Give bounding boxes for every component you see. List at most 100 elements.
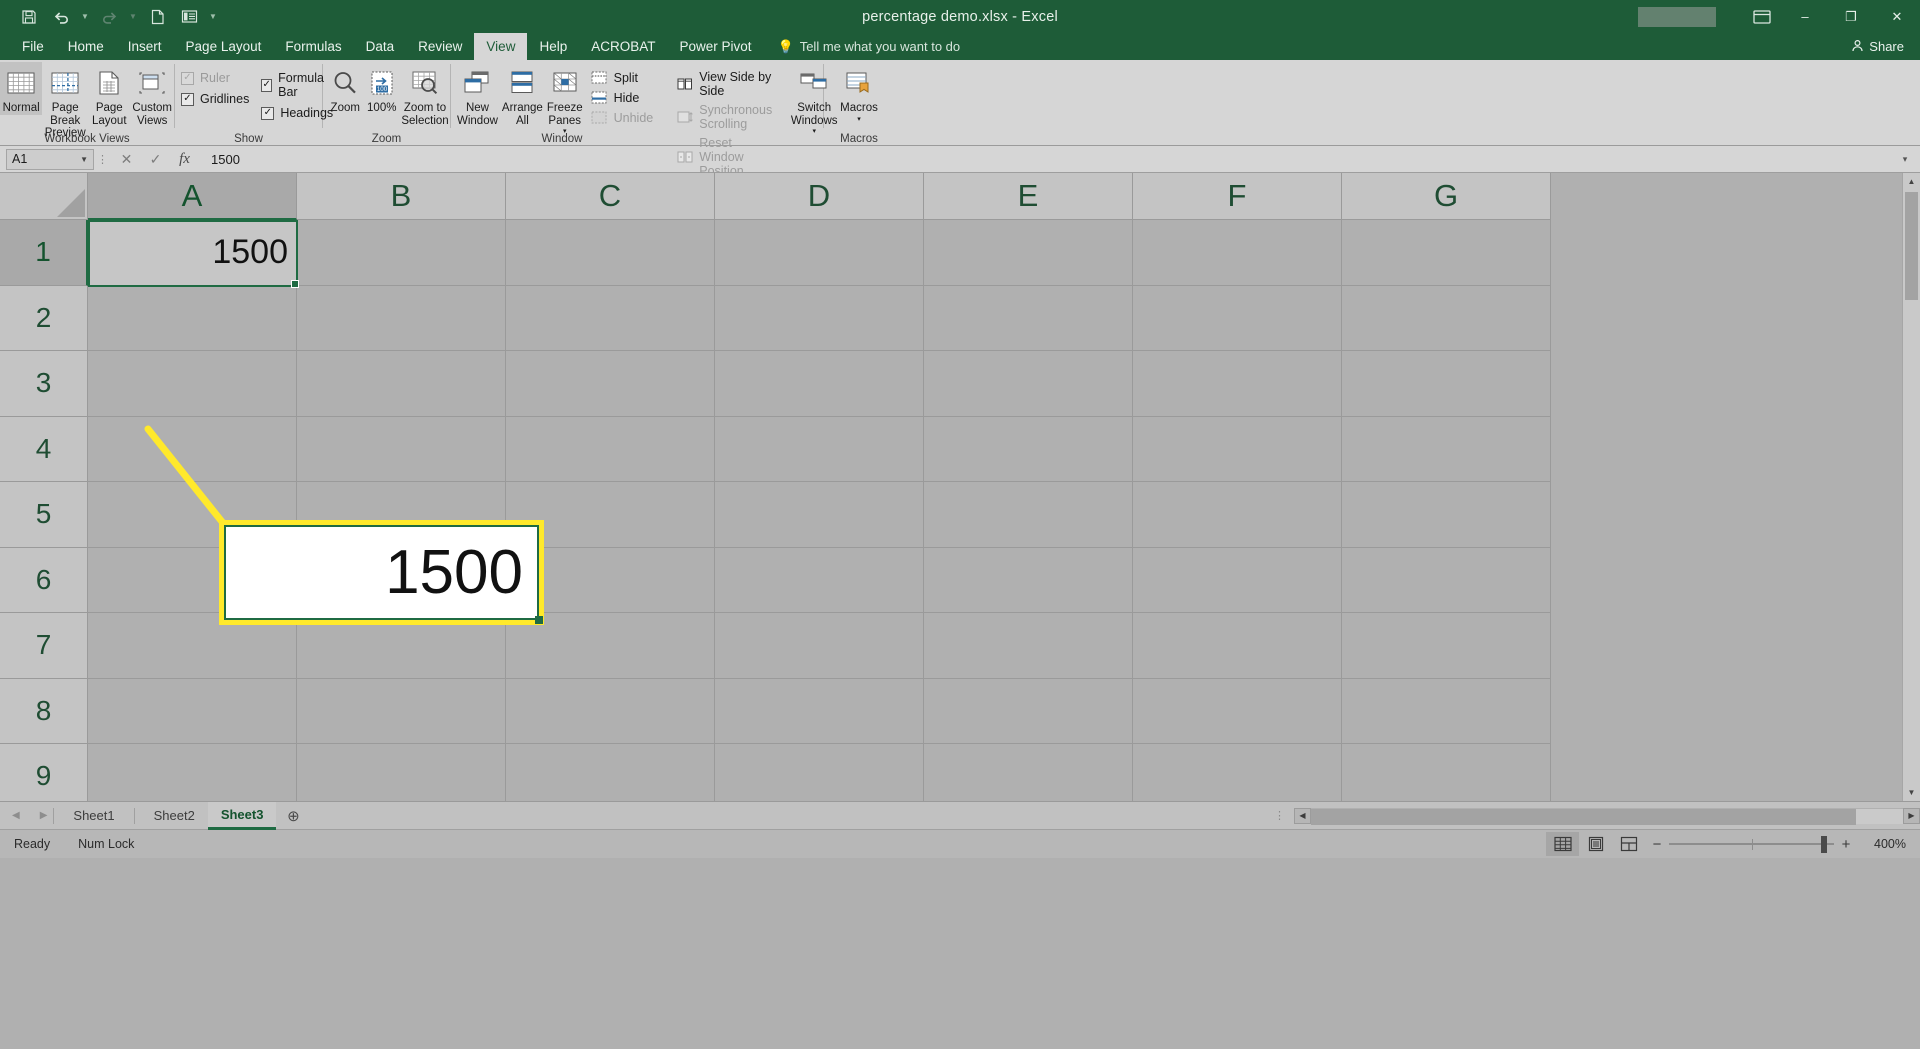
- zoom-out-button[interactable]: −: [1645, 836, 1669, 853]
- row-header-6[interactable]: 6: [0, 547, 88, 613]
- column-header-b[interactable]: B: [297, 173, 506, 220]
- page-layout-view-button[interactable]: [1579, 832, 1612, 856]
- cell-f4[interactable]: [1133, 416, 1342, 482]
- cell-c2[interactable]: [506, 285, 715, 351]
- scroll-grip[interactable]: ⋮: [1274, 809, 1294, 822]
- vertical-scroll-thumb[interactable]: [1905, 192, 1918, 300]
- zoom-level-label[interactable]: 400%: [1858, 837, 1906, 851]
- new-icon[interactable]: [142, 4, 172, 30]
- column-header-g[interactable]: G: [1342, 173, 1551, 220]
- page-break-preview-button[interactable]: [1612, 832, 1645, 856]
- touch-mouse-mode-icon[interactable]: [174, 4, 204, 30]
- row-header-1[interactable]: 1: [0, 220, 88, 286]
- cell-d1[interactable]: [715, 220, 924, 286]
- previous-sheet-icon[interactable]: ◀: [12, 810, 20, 821]
- cell-c8[interactable]: [506, 678, 715, 744]
- sheet-tab-sheet2[interactable]: Sheet2: [141, 802, 208, 830]
- cell-d6[interactable]: [715, 547, 924, 613]
- sheet-tab-sheet3[interactable]: Sheet3: [207, 801, 277, 830]
- tab-review[interactable]: Review: [406, 33, 474, 60]
- cell-a9[interactable]: [88, 744, 297, 801]
- cell-a8[interactable]: [88, 678, 297, 744]
- cell-a2[interactable]: [88, 285, 297, 351]
- chevron-down-icon[interactable]: ▼: [80, 155, 88, 164]
- cell-f7[interactable]: [1133, 613, 1342, 679]
- cancel-icon[interactable]: ✕: [112, 148, 141, 171]
- zoom-to-selection-button[interactable]: Zoom to Selection: [400, 62, 450, 127]
- insert-function-icon[interactable]: fx: [170, 148, 199, 171]
- cell-d7[interactable]: [715, 613, 924, 679]
- cell-c4[interactable]: [506, 416, 715, 482]
- cell-g3[interactable]: [1342, 351, 1551, 417]
- tab-file[interactable]: File: [10, 33, 56, 60]
- share-button[interactable]: Share: [1851, 33, 1920, 60]
- add-sheet-button[interactable]: ⊕: [276, 807, 310, 825]
- cell-d4[interactable]: [715, 416, 924, 482]
- gridlines-checkbox[interactable]: ✓ Gridlines: [181, 92, 249, 106]
- freeze-panes-button[interactable]: Freeze Panes ▾: [545, 62, 585, 139]
- horizontal-scroll-track[interactable]: [1311, 807, 1903, 825]
- cell-e9[interactable]: [924, 744, 1133, 801]
- cell-g6[interactable]: [1342, 547, 1551, 613]
- cell-d5[interactable]: [715, 482, 924, 548]
- cell-d9[interactable]: [715, 744, 924, 801]
- cell-c9[interactable]: [506, 744, 715, 801]
- cell-e1[interactable]: [924, 220, 1133, 286]
- cell-f1[interactable]: [1133, 220, 1342, 286]
- new-window-button[interactable]: New Window: [455, 62, 500, 127]
- ribbon-display-options-icon[interactable]: [1742, 0, 1782, 33]
- cell-c1[interactable]: [506, 220, 715, 286]
- cell-g2[interactable]: [1342, 285, 1551, 351]
- restore-button[interactable]: ❐: [1828, 0, 1874, 33]
- fill-handle[interactable]: [291, 280, 299, 288]
- cell-b2[interactable]: [297, 285, 506, 351]
- row-header-4[interactable]: 4: [0, 416, 88, 482]
- tab-view[interactable]: View: [474, 33, 528, 60]
- page-break-preview-button[interactable]: Page Break Preview: [42, 62, 88, 140]
- close-button[interactable]: ✕: [1874, 0, 1920, 33]
- select-all-corner[interactable]: [0, 173, 88, 220]
- hide-button[interactable]: Hide: [591, 90, 654, 105]
- cell-b3[interactable]: [297, 351, 506, 417]
- tell-me-search[interactable]: 💡 Tell me what you want to do: [764, 33, 961, 60]
- cell-b4[interactable]: [297, 416, 506, 482]
- split-button[interactable]: Split: [591, 70, 654, 85]
- cell-g1[interactable]: [1342, 220, 1551, 286]
- column-header-a[interactable]: A: [88, 173, 297, 220]
- cell-f5[interactable]: [1133, 482, 1342, 548]
- minimize-button[interactable]: –: [1782, 0, 1828, 33]
- normal-view-button[interactable]: Normal: [0, 62, 43, 115]
- column-header-f[interactable]: F: [1133, 173, 1342, 220]
- macros-button[interactable]: Macros ▾: [834, 62, 884, 126]
- cell-b1[interactable]: [297, 220, 506, 286]
- cell-e5[interactable]: [924, 482, 1133, 548]
- vertical-scrollbar[interactable]: ▲ ▼: [1902, 173, 1920, 801]
- custom-views-button[interactable]: Custom Views: [130, 62, 174, 127]
- undo-icon[interactable]: [46, 4, 76, 30]
- sheet-tab-sheet1[interactable]: Sheet1: [60, 802, 127, 830]
- view-side-by-side-button[interactable]: View Side by Side: [677, 70, 773, 98]
- cell-f9[interactable]: [1133, 744, 1342, 801]
- cell-e3[interactable]: [924, 351, 1133, 417]
- cell-e2[interactable]: [924, 285, 1133, 351]
- column-header-e[interactable]: E: [924, 173, 1133, 220]
- scroll-down-icon[interactable]: ▼: [1902, 784, 1920, 801]
- next-sheet-icon[interactable]: ▶: [40, 810, 48, 821]
- tab-data[interactable]: Data: [354, 33, 407, 60]
- cell-f3[interactable]: [1133, 351, 1342, 417]
- cell-d3[interactable]: [715, 351, 924, 417]
- expand-formula-bar-icon[interactable]: ▾: [1894, 154, 1916, 165]
- zoom-100-button[interactable]: 100 100%: [364, 62, 401, 115]
- tab-formulas[interactable]: Formulas: [273, 33, 353, 60]
- enter-icon[interactable]: ✓: [141, 148, 170, 171]
- column-header-c[interactable]: C: [506, 173, 715, 220]
- scroll-up-icon[interactable]: ▲: [1902, 173, 1920, 190]
- row-header-5[interactable]: 5: [0, 482, 88, 548]
- cell-g9[interactable]: [1342, 744, 1551, 801]
- arrange-all-button[interactable]: Arrange All: [500, 62, 545, 127]
- row-header-7[interactable]: 7: [0, 613, 88, 679]
- tab-home[interactable]: Home: [56, 33, 116, 60]
- cell-e7[interactable]: [924, 613, 1133, 679]
- row-header-8[interactable]: 8: [0, 678, 88, 744]
- cell-g7[interactable]: [1342, 613, 1551, 679]
